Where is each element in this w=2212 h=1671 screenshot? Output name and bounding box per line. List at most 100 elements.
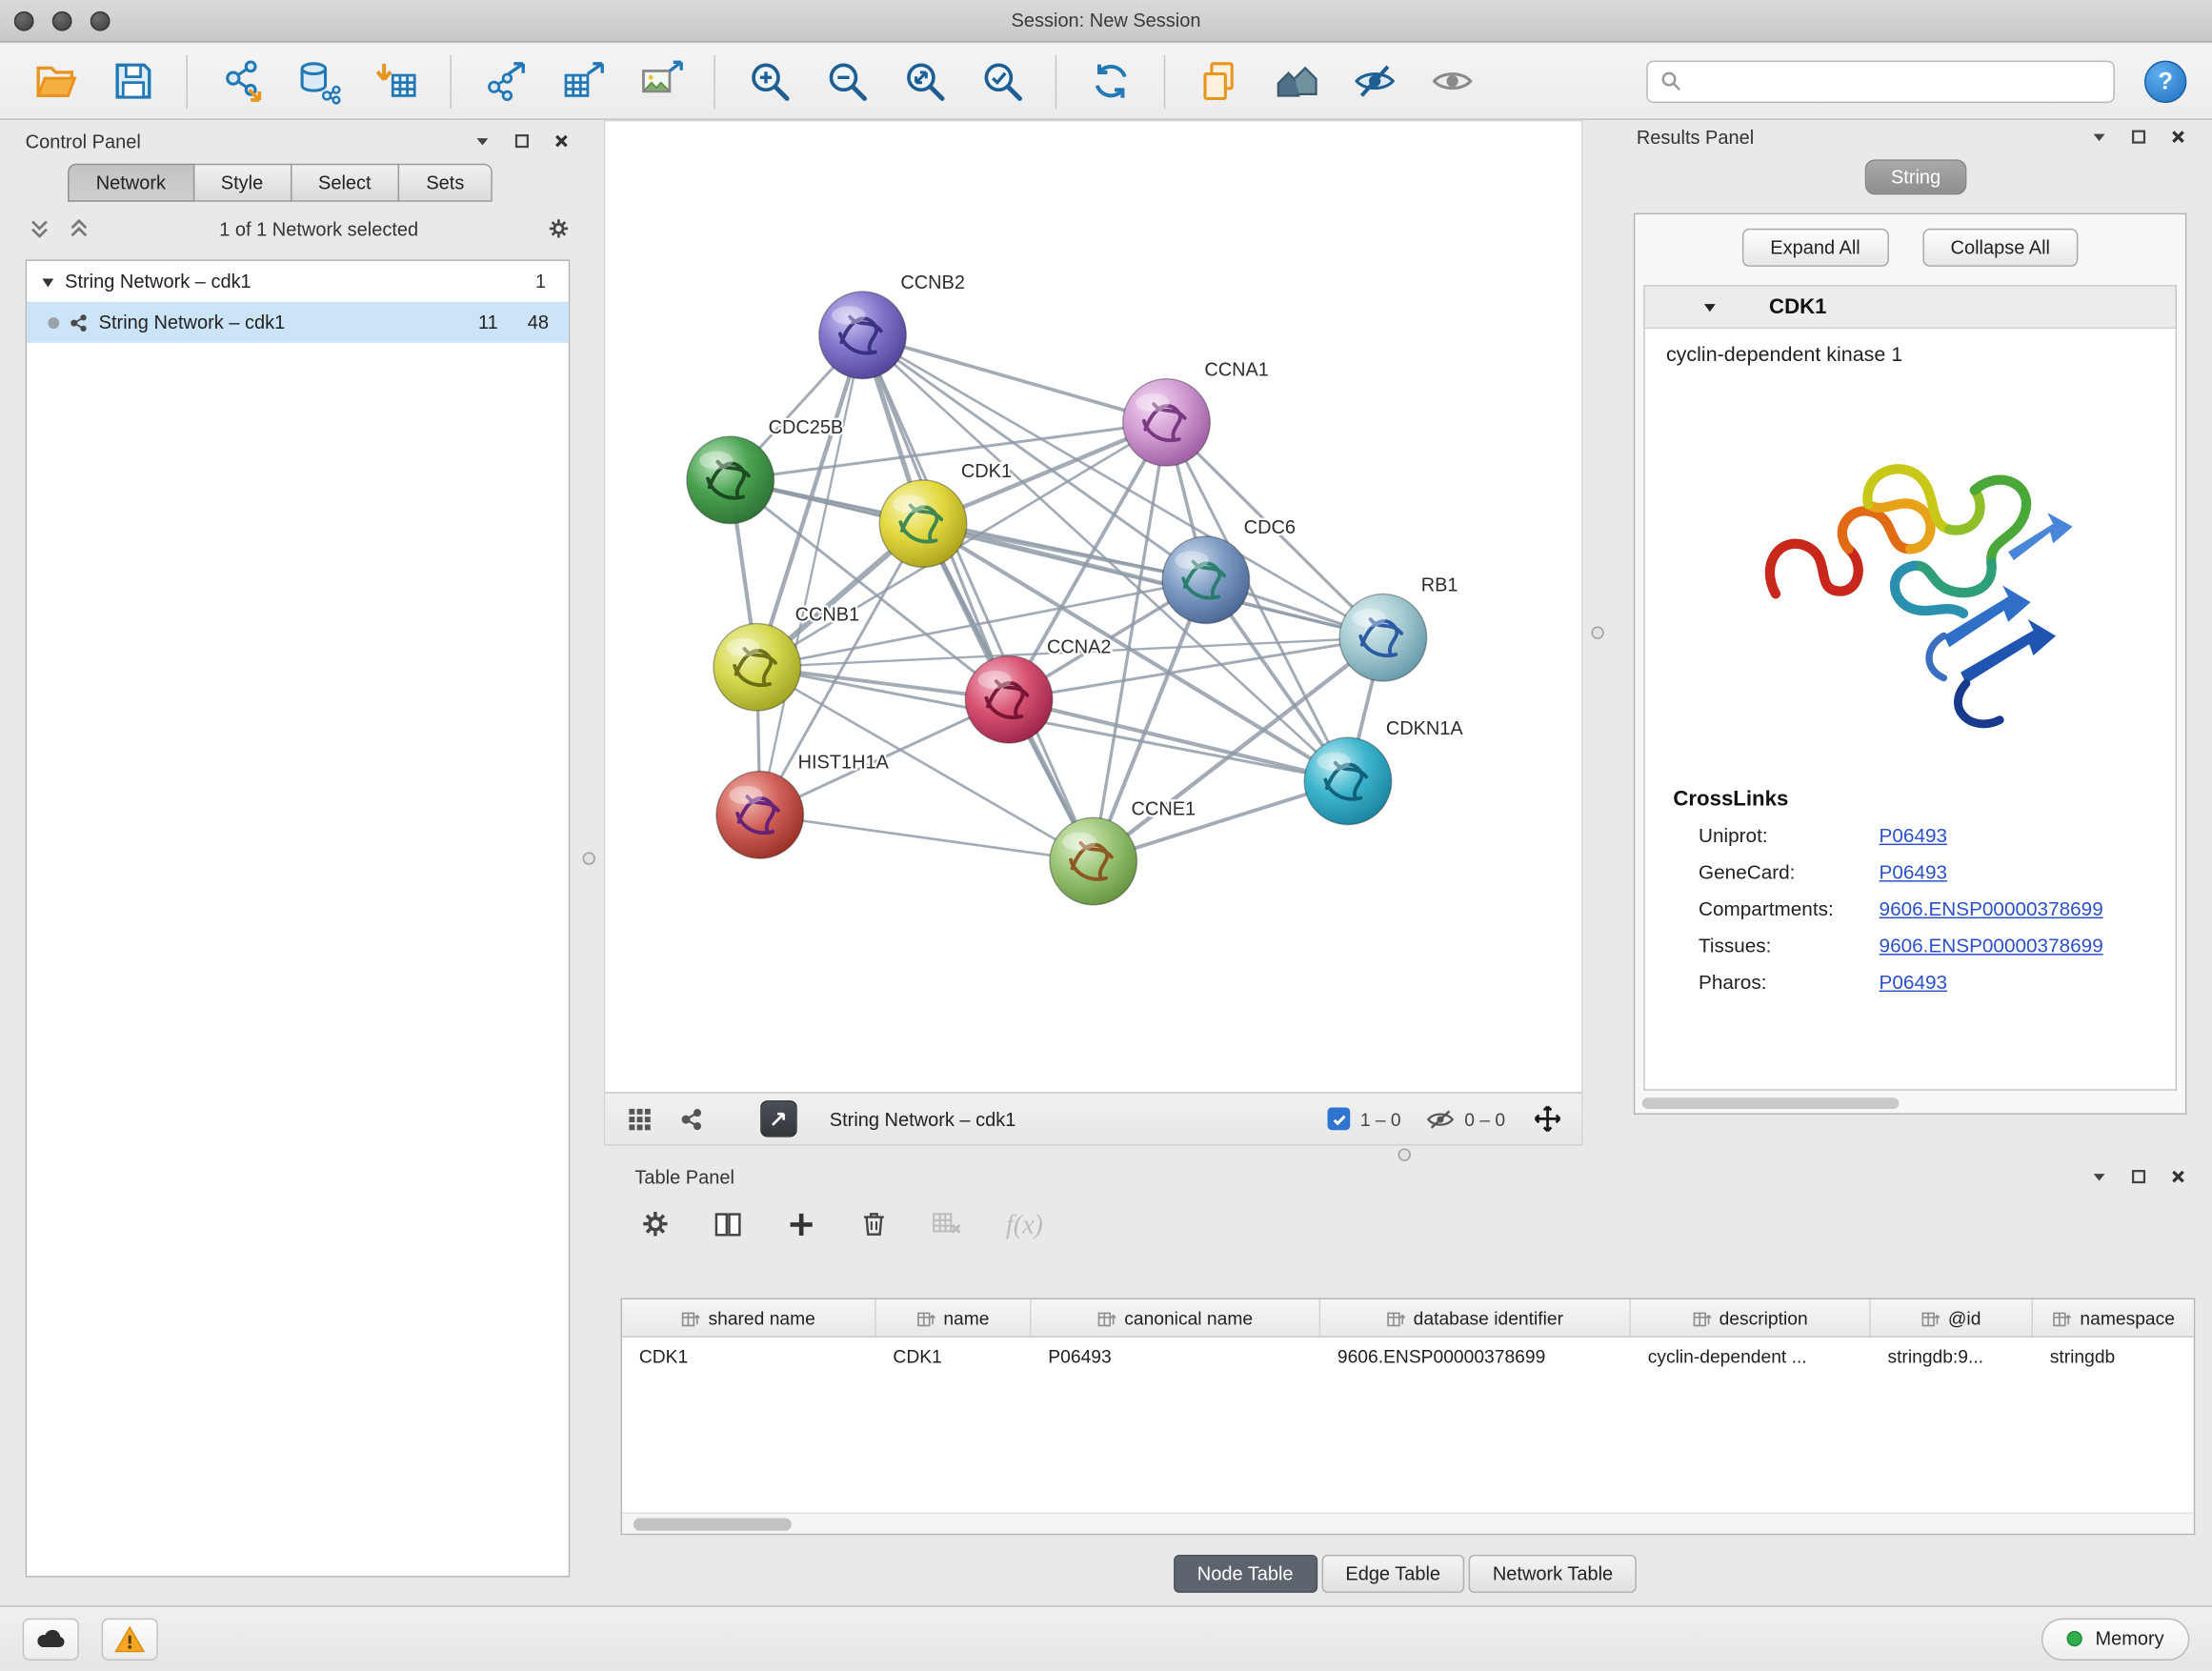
- expand-all-button[interactable]: Expand All: [1742, 228, 1889, 266]
- zoom-fit-button[interactable]: [889, 49, 959, 113]
- panel-collapse-button[interactable]: [2088, 1165, 2111, 1188]
- column-header-name[interactable]: name: [876, 1299, 1032, 1337]
- delete-column-button[interactable]: [859, 1209, 889, 1243]
- table-cell[interactable]: CDK1: [876, 1338, 1032, 1376]
- panel-float-button[interactable]: [2127, 1165, 2150, 1188]
- crosslink-value[interactable]: 9606.ENSP00000378699: [1880, 934, 2103, 956]
- panel-close-button[interactable]: [2167, 1165, 2190, 1188]
- show-columns-button[interactable]: [713, 1208, 744, 1243]
- open-in-new-window-button[interactable]: [760, 1100, 797, 1137]
- network-options-button[interactable]: [548, 217, 571, 240]
- import-network-from-file-button[interactable]: [206, 49, 276, 113]
- crosslink-value[interactable]: P06493: [1880, 971, 1947, 994]
- table-horizontal-scrollbar[interactable]: [622, 1513, 2194, 1534]
- table-cell[interactable]: stringdb: [2033, 1338, 2195, 1376]
- network-node-CCNB1[interactable]: CCNB1: [714, 605, 859, 712]
- network-node-CDC6[interactable]: CDC6: [1162, 517, 1296, 624]
- tab-node-table[interactable]: Node Table: [1174, 1555, 1317, 1593]
- splitter-handle[interactable]: [583, 852, 595, 864]
- show-all-button[interactable]: [1417, 49, 1487, 113]
- crosslink-value[interactable]: 9606.ENSP00000378699: [1880, 897, 2103, 920]
- pan-tool-button[interactable]: [1531, 1102, 1565, 1137]
- crosslink-value[interactable]: P06493: [1880, 824, 1947, 847]
- tree-expand-icon[interactable]: [41, 274, 55, 289]
- scrollbar-thumb[interactable]: [633, 1518, 792, 1530]
- save-session-button[interactable]: [97, 49, 168, 113]
- documents-button[interactable]: [1183, 49, 1254, 113]
- table-cell[interactable]: P06493: [1032, 1338, 1321, 1376]
- column-header-description[interactable]: description: [1631, 1299, 1871, 1337]
- network-collection-row[interactable]: String Network – cdk1 1: [27, 261, 569, 302]
- collapse-all-button[interactable]: Collapse All: [1922, 228, 2079, 266]
- cloud-status-button[interactable]: [23, 1618, 79, 1660]
- column-header-shared-name[interactable]: shared name: [622, 1299, 876, 1337]
- delete-table-button-disabled[interactable]: [931, 1209, 963, 1243]
- network-node-CDKN1A[interactable]: CDKN1A: [1304, 718, 1463, 825]
- table-cell[interactable]: CDK1: [622, 1338, 876, 1376]
- network-edge-HIST1H1A-CCNE1[interactable]: [760, 815, 1094, 861]
- help-button[interactable]: ?: [2144, 60, 2186, 102]
- zoom-in-button[interactable]: [734, 49, 804, 113]
- splitter-handle[interactable]: [1591, 627, 1603, 639]
- table-settings-button[interactable]: [640, 1209, 670, 1243]
- column-header-namespace[interactable]: namespace: [2033, 1299, 2195, 1337]
- network-node-CDK1[interactable]: CDK1: [879, 461, 1012, 568]
- zoom-selected-button[interactable]: [966, 49, 1036, 113]
- search-input[interactable]: [1692, 70, 2101, 91]
- results-scrollbar-thumb[interactable]: [1642, 1097, 1900, 1109]
- splitter-handle[interactable]: [1398, 1148, 1411, 1160]
- tab-string[interactable]: String: [1865, 159, 1966, 194]
- export-image-button[interactable]: [625, 49, 695, 113]
- panel-float-button[interactable]: [2127, 126, 2150, 149]
- network-canvas[interactable]: CCNB2CCNA1CDC25BCDK1CDC6RB1CCNB1CCNA2CDK…: [605, 121, 1581, 1092]
- network-node-CCNA1[interactable]: CCNA1: [1123, 360, 1269, 467]
- panel-collapse-button[interactable]: [2088, 126, 2111, 149]
- export-network-button[interactable]: [470, 49, 540, 113]
- network-edge-CCNB2-CCNA1[interactable]: [863, 335, 1167, 423]
- import-table-from-file-button[interactable]: [361, 49, 432, 113]
- export-table-button[interactable]: [548, 49, 618, 113]
- network-node-HIST1H1A[interactable]: HIST1H1A: [716, 753, 890, 859]
- network-share-button[interactable]: [674, 1102, 709, 1137]
- tab-network-table[interactable]: Network Table: [1469, 1555, 1638, 1593]
- panel-float-button[interactable]: [511, 130, 533, 152]
- hide-selected-button[interactable]: [1338, 49, 1409, 113]
- tab-network[interactable]: Network: [68, 164, 194, 202]
- selection-checkbox-icon[interactable]: [1328, 1108, 1351, 1131]
- function-builder-button-disabled[interactable]: f(x): [1006, 1211, 1043, 1242]
- open-session-button[interactable]: [20, 49, 90, 113]
- import-network-from-database-button[interactable]: [284, 49, 354, 113]
- network-edge-CCNB2-HIST1H1A[interactable]: [760, 335, 863, 815]
- network-node-RB1[interactable]: RB1: [1339, 575, 1458, 682]
- column-header-database-identifier[interactable]: database identifier: [1320, 1299, 1631, 1337]
- memory-button[interactable]: Memory: [2041, 1618, 2189, 1660]
- warnings-button[interactable]: [102, 1618, 158, 1660]
- crosslink-value[interactable]: P06493: [1880, 860, 1947, 883]
- table-cell[interactable]: 9606.ENSP00000378699: [1320, 1338, 1631, 1376]
- grid-view-button[interactable]: [622, 1102, 656, 1137]
- column-header-canonical-name[interactable]: canonical name: [1032, 1299, 1321, 1337]
- table-cell[interactable]: cyclin-dependent ...: [1631, 1338, 1871, 1376]
- zoom-out-button[interactable]: [812, 49, 882, 113]
- expand-all-networks-button[interactable]: [68, 217, 90, 240]
- node-details-header[interactable]: CDK1: [1645, 287, 2176, 329]
- network-edge-CCNB2-CCNE1[interactable]: [863, 335, 1094, 861]
- crosshair-move-icon: [1534, 1105, 1562, 1134]
- panel-collapse-button[interactable]: [472, 130, 494, 152]
- chevron-down-icon[interactable]: [1701, 298, 1719, 315]
- first-neighbors-button[interactable]: [1261, 49, 1332, 113]
- table-cell[interactable]: stringdb:9...: [1871, 1338, 2033, 1376]
- collapse-all-networks-button[interactable]: [29, 217, 51, 240]
- tab-sets[interactable]: Sets: [398, 164, 493, 202]
- tab-select[interactable]: Select: [290, 164, 399, 202]
- network-row-selected[interactable]: String Network – cdk1 11 48: [27, 302, 569, 343]
- panel-close-button[interactable]: [551, 130, 573, 152]
- table-row[interactable]: CDK1CDK1P064939606.ENSP00000378699cyclin…: [622, 1338, 2194, 1376]
- tab-edge-table[interactable]: Edge Table: [1321, 1555, 1464, 1593]
- tab-style[interactable]: Style: [192, 164, 292, 202]
- apply-layout-button[interactable]: [1075, 49, 1145, 113]
- network-node-CCNB2[interactable]: CCNB2: [819, 272, 965, 379]
- column-header-id[interactable]: @id: [1871, 1299, 2033, 1337]
- panel-close-button[interactable]: [2167, 126, 2190, 149]
- add-column-button[interactable]: [786, 1208, 817, 1243]
